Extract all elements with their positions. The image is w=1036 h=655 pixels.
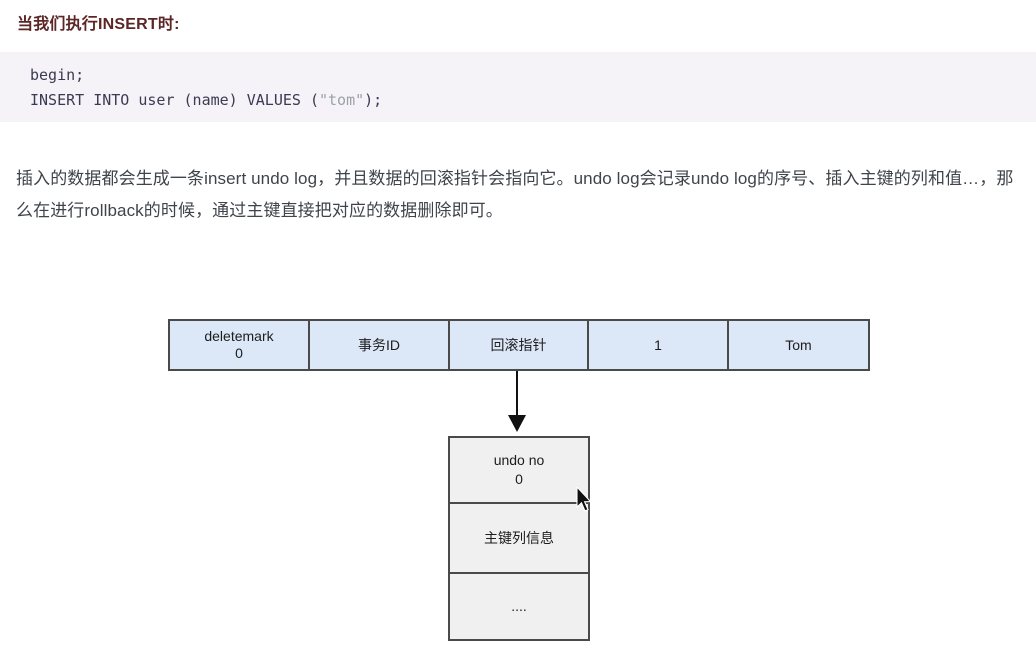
undo-log-cell: undo no 0 (450, 438, 588, 504)
record-cell-label: 1 (654, 336, 662, 353)
record-cell: 回滚指针 (450, 321, 589, 369)
undo-log-cell: 主键列信息 (450, 504, 588, 575)
mouse-cursor-icon (576, 485, 594, 513)
record-cell-label: 回滚指针 (490, 336, 547, 353)
rollback-pointer-arrow-line (516, 371, 518, 421)
sql-code-block: begin; INSERT INTO user (name) VALUES ("… (0, 52, 1036, 122)
undo-log-cell-label: .... (511, 598, 527, 615)
rollback-pointer-arrow-head (508, 415, 526, 432)
code-token-statement: INSERT INTO user (name) VALUES ( (30, 91, 319, 109)
record-cell: Tom (729, 321, 868, 369)
undo-log-cell-value: 0 (515, 470, 523, 487)
record-cell-label: 事务ID (358, 336, 400, 353)
code-line-insert: INSERT INTO user (name) VALUES ("tom"); (30, 88, 1036, 113)
code-token-string: "tom" (318, 91, 365, 109)
record-row: deletemark 0 事务ID 回滚指针 1 Tom (168, 319, 870, 371)
code-line-begin: begin; (30, 66, 85, 84)
record-cell: deletemark 0 (170, 321, 310, 369)
record-cell-label: deletemark (204, 328, 274, 344)
record-cell-label: Tom (785, 336, 812, 353)
undo-log-box: undo no 0 主键列信息.... (448, 436, 590, 641)
record-cell: 1 (589, 321, 729, 369)
undo-log-cell-label: 主键列信息 (484, 529, 554, 546)
body-paragraph: 插入的数据都会生成一条insert undo log，并且数据的回滚指针会指向它… (16, 169, 1014, 220)
code-token-terminator: ); (364, 91, 383, 109)
record-cell: 事务ID (310, 321, 450, 369)
undo-log-cell-label: undo no (493, 451, 545, 468)
record-cell-value: 0 (235, 345, 243, 361)
undo-log-cell: .... (450, 574, 588, 639)
page-title: 当我们执行INSERT时: (17, 16, 180, 33)
